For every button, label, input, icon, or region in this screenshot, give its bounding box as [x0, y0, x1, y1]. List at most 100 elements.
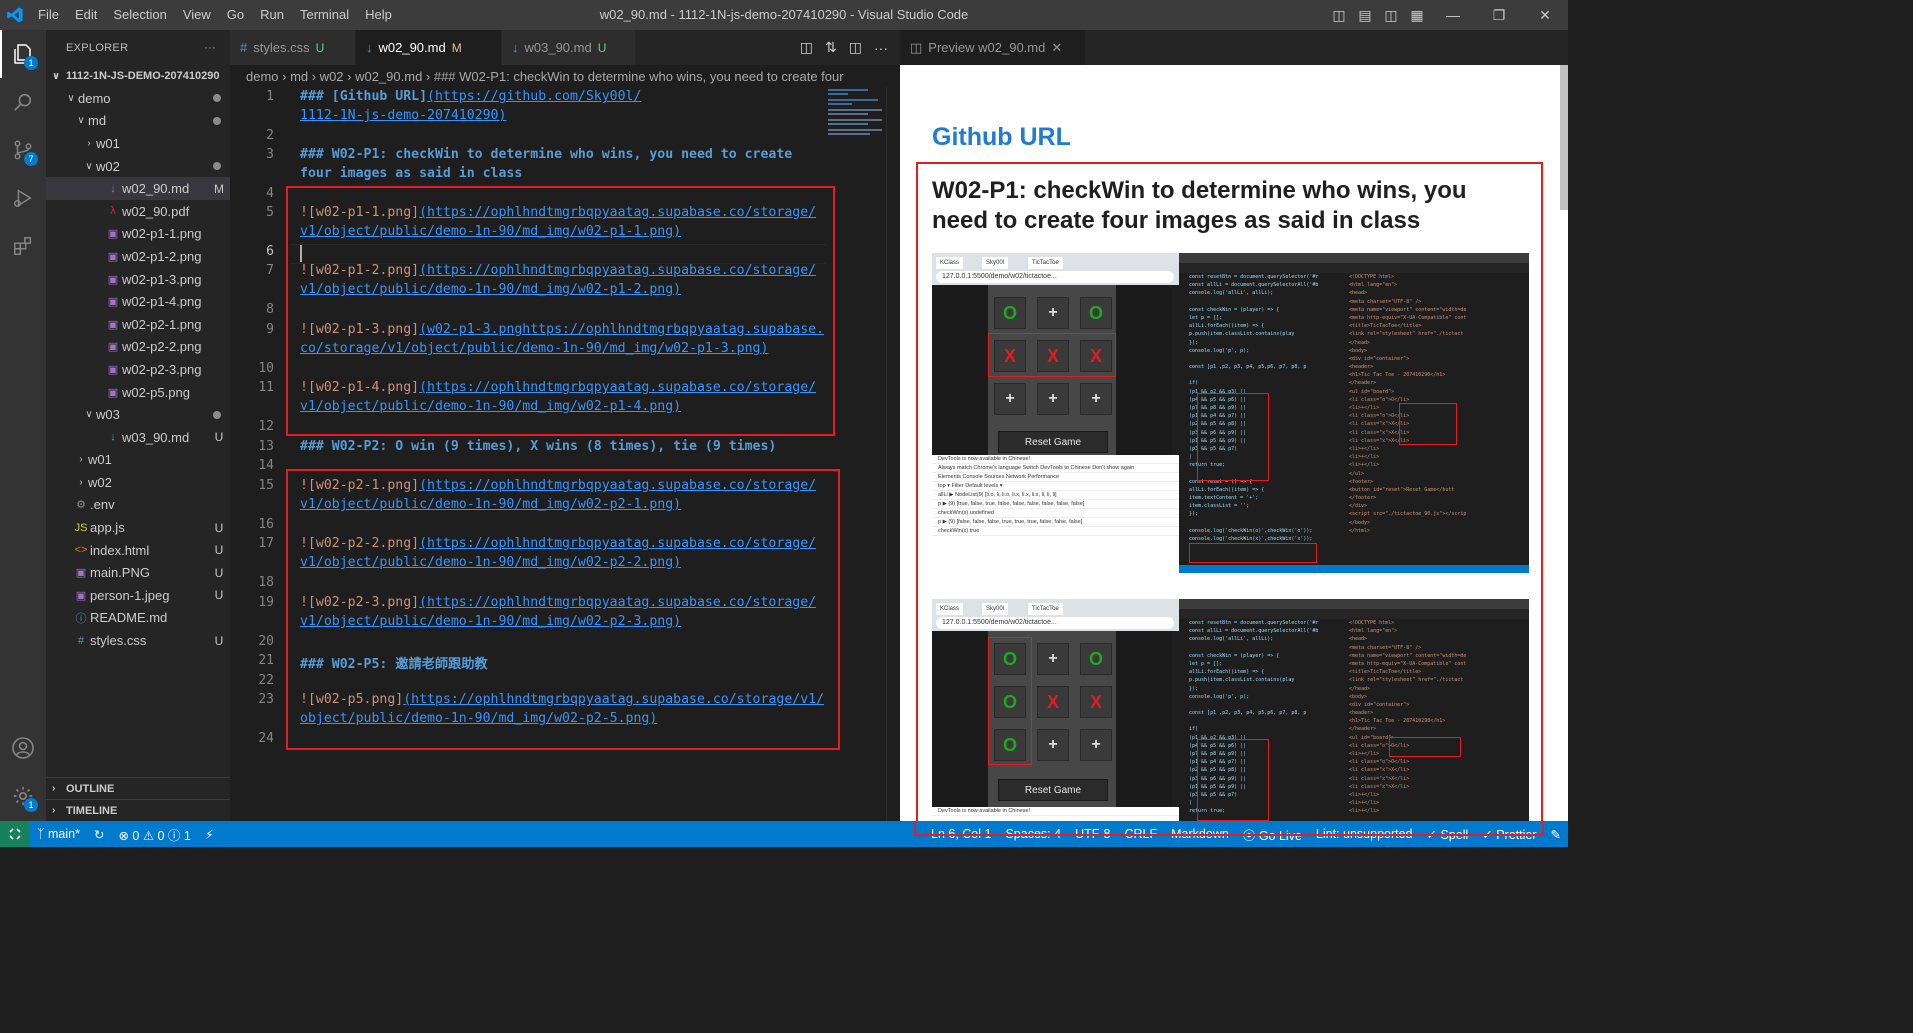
- problems-indicator[interactable]: ⊗ 0 ⚠ 0 ⓘ 1: [111, 825, 197, 844]
- devtools-line: Elements Console Sources Network Perform…: [932, 473, 1179, 482]
- timeline-section[interactable]: › TIMELINE: [46, 799, 230, 821]
- tree-item[interactable]: ∨ md: [46, 110, 230, 133]
- breadcrumb[interactable]: demo › md › w02 › w02_90.md › ### W02-P1…: [230, 65, 900, 87]
- toggle-secondary-sidebar-icon[interactable]: ◫: [1378, 7, 1404, 24]
- screenshot-code-line: console.log('checkWin(x)',checkWin('x'))…: [1189, 536, 1313, 542]
- source-control-icon[interactable]: 7: [0, 126, 46, 174]
- menu-help[interactable]: Help: [357, 0, 400, 30]
- screenshot-code-line: <li>+</li>: [1349, 445, 1380, 452]
- close-window-button[interactable]: ✕: [1522, 7, 1568, 24]
- tab-styles-css[interactable]: # styles.css U: [230, 30, 356, 65]
- screenshot-code-line: </header>: [1349, 380, 1377, 387]
- source-control-badge: 7: [24, 152, 38, 166]
- tree-item[interactable]: <> index.html U: [46, 539, 230, 562]
- code-line-1: ### [Github URL](https://github.com/Sky0…: [300, 89, 642, 104]
- tree-item[interactable]: ▣ person-1.jpeg U: [46, 584, 230, 607]
- tree-item[interactable]: ▣ w02-p5.png: [46, 381, 230, 404]
- close-icon[interactable]: ✕: [1051, 40, 1062, 56]
- highlight-box-console-log: [1189, 543, 1317, 563]
- git-branch[interactable]: ᛉ main*: [30, 827, 87, 841]
- project-root[interactable]: ∨ 1112-1N-JS-DEMO-207410290: [46, 65, 230, 87]
- tree-item-label: w02-p5.png: [122, 384, 190, 400]
- search-icon[interactable]: [0, 78, 46, 126]
- preview-image-w02-p1-2: KClass Sky00l TicTacToe 127.0.0.1:5500/d…: [932, 599, 1529, 821]
- compare-changes-icon[interactable]: ⇅: [825, 39, 837, 56]
- title-bar: File Edit Selection View Go Run Terminal…: [0, 0, 1568, 30]
- file-type-icon: ▣: [107, 250, 119, 263]
- tree-item[interactable]: # styles.css U: [46, 629, 230, 652]
- tree-item[interactable]: ▣ w02-p1-1.png: [46, 223, 230, 246]
- preview-heading-github-url[interactable]: Github URL: [932, 123, 1071, 152]
- tree-item[interactable]: ▣ w02-p2-2.png: [46, 336, 230, 359]
- tree-item[interactable]: ▣ w02-p2-3.png: [46, 358, 230, 381]
- tree-item[interactable]: λ w02_90.pdf: [46, 200, 230, 223]
- remote-indicator-icon[interactable]: [0, 821, 30, 847]
- board-cell: X: [1080, 686, 1112, 718]
- more-actions-icon[interactable]: ···: [204, 42, 216, 54]
- manage-gear-icon[interactable]: 1: [0, 772, 46, 820]
- toggle-primary-sidebar-icon[interactable]: ◫: [1326, 7, 1352, 24]
- tree-item[interactable]: ▣ w02-p1-2.png: [46, 245, 230, 268]
- tree-item[interactable]: ▣ w02-p1-3.png: [46, 268, 230, 291]
- file-type-icon: ⚙: [76, 499, 86, 512]
- screenshot-code-line: <meta charset="UTF-8" />: [1349, 298, 1422, 305]
- minimap[interactable]: [826, 87, 886, 821]
- tree-item[interactable]: › w02: [46, 471, 230, 494]
- tree-item[interactable]: ↓ w03_90.md U: [46, 426, 230, 449]
- tree-item[interactable]: › w01: [46, 132, 230, 155]
- menu-run[interactable]: Run: [252, 0, 292, 30]
- screenshot-code-line: </head>: [1349, 339, 1371, 346]
- tree-item[interactable]: › w01: [46, 449, 230, 472]
- tree-item-label: w02-p1-4.png: [122, 294, 202, 310]
- tree-item[interactable]: ∨ demo: [46, 87, 230, 110]
- accounts-icon[interactable]: [0, 724, 46, 772]
- restore-button[interactable]: ❐: [1476, 7, 1522, 24]
- tree-item[interactable]: JS app.js U: [46, 516, 230, 539]
- tree-item[interactable]: ↓ w02_90.md M: [46, 177, 230, 200]
- screenshot-code-line: <li>+</li>: [1349, 808, 1380, 815]
- highlight-box-checkwin: [1197, 739, 1269, 821]
- menu-view[interactable]: View: [175, 0, 219, 30]
- explorer-icon[interactable]: 1: [0, 30, 46, 78]
- feedback-icon[interactable]: ✎: [1544, 827, 1568, 842]
- menu-edit[interactable]: Edit: [67, 0, 105, 30]
- tree-item[interactable]: ▣ main.PNG U: [46, 561, 230, 584]
- menu-selection[interactable]: Selection: [105, 0, 174, 30]
- minimize-button[interactable]: —: [1430, 7, 1476, 23]
- board-cell: +: [1037, 729, 1069, 761]
- run-debug-icon[interactable]: [0, 174, 46, 222]
- sync-icon[interactable]: ↻: [87, 827, 111, 842]
- board-cell: +: [994, 383, 1026, 415]
- markdown-preview[interactable]: Github URL W02-P1: checkWin to determine…: [900, 65, 1568, 821]
- code-editor[interactable]: 1 2 3 4 5 6 7 8 9 10 11 12 13 14 15 16 17 18 19 20 21 22 23 24 …: [230, 87, 900, 821]
- tree-item[interactable]: ⓘ README.md: [46, 607, 230, 630]
- preview-scrollbar-thumb[interactable]: [1560, 65, 1568, 210]
- browser-tab: Sky00l: [982, 257, 1009, 269]
- lightning-icon[interactable]: ⚡: [198, 827, 221, 842]
- preview-tab-bar: ◫ Preview w02_90.md ✕: [900, 30, 1568, 65]
- customize-layout-icon[interactable]: ▦: [1404, 7, 1430, 24]
- tree-item[interactable]: ▣ w02-p2-1.png: [46, 313, 230, 336]
- more-actions-icon[interactable]: ···: [874, 40, 888, 56]
- tree-item[interactable]: ∨ w03: [46, 403, 230, 426]
- tree-item[interactable]: ▣ w02-p1-4.png: [46, 290, 230, 313]
- code-line-11-wrap: v1/object/public/demo-1n-90/md_img/w02-p…: [300, 399, 682, 414]
- screenshot-code-line: });: [1189, 685, 1199, 692]
- extensions-icon[interactable]: [0, 222, 46, 270]
- tree-item[interactable]: ⚙ .env: [46, 494, 230, 517]
- tab-w03-90-md[interactable]: ↓ w03_90.md U: [502, 30, 636, 65]
- screenshot-code-line: [1179, 519, 1339, 527]
- screenshot-code-line: <meta http-equiv="X-UA-Compatible" cont: [1349, 660, 1467, 667]
- open-preview-icon[interactable]: ◫: [800, 39, 813, 56]
- tree-item[interactable]: ∨ w02: [46, 155, 230, 178]
- menu-file[interactable]: File: [30, 0, 67, 30]
- toggle-panel-icon[interactable]: ▤: [1352, 7, 1378, 24]
- screenshot-code-line: console.log('checkWin(o)',checkWin('o'))…: [1189, 527, 1313, 534]
- tab-w02-90-md[interactable]: ↓ w02_90.md M: [356, 30, 502, 65]
- tab-preview-w02-90-md[interactable]: ◫ Preview w02_90.md ✕: [900, 30, 1086, 65]
- outline-section[interactable]: › OUTLINE: [46, 777, 230, 799]
- editor-scrollbar[interactable]: [886, 87, 900, 821]
- split-editor-icon[interactable]: ◫: [849, 39, 862, 56]
- menu-terminal[interactable]: Terminal: [292, 0, 357, 30]
- menu-go[interactable]: Go: [219, 0, 252, 30]
